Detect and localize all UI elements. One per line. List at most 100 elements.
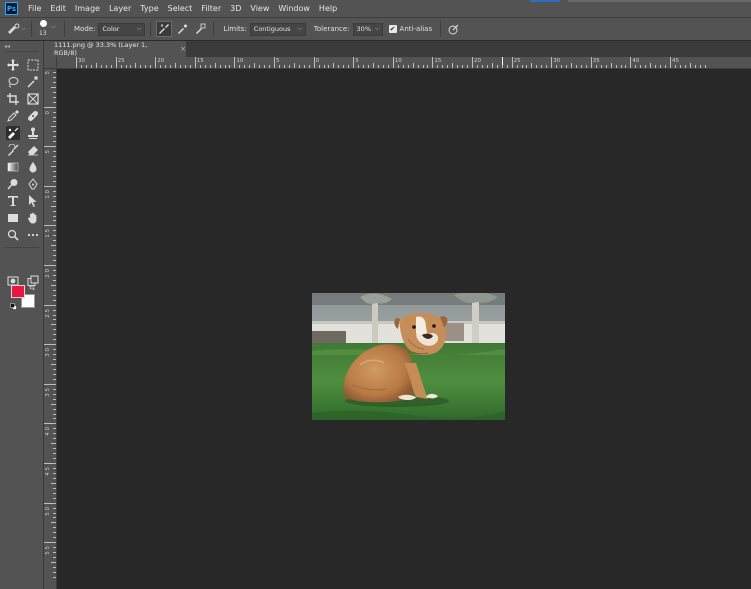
bulldog-photo bbox=[312, 293, 505, 420]
tool-frame[interactable] bbox=[26, 92, 40, 106]
menu-image[interactable]: Image bbox=[75, 4, 100, 13]
frame-icon bbox=[27, 93, 39, 105]
tool-marquee[interactable] bbox=[26, 58, 40, 72]
menu-3d[interactable]: 3D bbox=[230, 4, 241, 13]
tolerance-input[interactable]: 30% ⌵ bbox=[352, 22, 383, 36]
tool-move[interactable] bbox=[6, 58, 20, 72]
path-selection-icon bbox=[29, 195, 37, 207]
foreground-color-swatch[interactable] bbox=[11, 285, 25, 298]
horizontal-ruler[interactable]: 30 25 20 15 10 5 0 5 10 15 20 25 30 35 40 45 bbox=[57, 57, 751, 69]
sampling-background-swatch-icon bbox=[196, 23, 206, 34]
chevron-down-icon: ⌵ bbox=[375, 25, 380, 32]
tool-magic-wand[interactable] bbox=[26, 75, 40, 89]
close-icon[interactable]: × bbox=[180, 45, 186, 53]
tool-gradient[interactable] bbox=[6, 160, 20, 174]
tool-eyedropper[interactable] bbox=[6, 109, 20, 123]
gradient-icon bbox=[7, 162, 19, 172]
color-replacement-brush-icon bbox=[8, 127, 19, 139]
antialias-label: Anti-alias bbox=[399, 25, 433, 33]
ruler-label: 20 bbox=[474, 58, 481, 64]
menu-window[interactable]: Window bbox=[278, 4, 310, 13]
pen-pressure-button[interactable] bbox=[446, 21, 462, 37]
window-title-strip bbox=[530, 0, 751, 2]
tool-hand[interactable] bbox=[26, 211, 40, 225]
default-colors-icon[interactable] bbox=[10, 303, 17, 310]
ruler-label: 5 5 bbox=[45, 546, 51, 555]
ruler-label: 4 0 bbox=[45, 427, 51, 437]
tool-pen[interactable] bbox=[26, 177, 40, 191]
menu-type[interactable]: Type bbox=[140, 4, 158, 13]
tool-more[interactable] bbox=[26, 228, 40, 242]
pen-icon bbox=[28, 178, 38, 190]
type-icon bbox=[8, 196, 18, 206]
tool-crop[interactable] bbox=[6, 92, 20, 106]
photoshop-logo: Ps bbox=[5, 2, 18, 15]
chevron-down-icon: ⌵ bbox=[51, 23, 56, 30]
dodge-icon bbox=[7, 179, 18, 190]
tool-lasso[interactable] bbox=[6, 75, 20, 89]
blur-icon bbox=[29, 162, 37, 173]
screen-mode-button[interactable] bbox=[26, 274, 40, 288]
brush-tip-icon bbox=[40, 20, 47, 27]
ruler-label: 1 0 bbox=[45, 189, 51, 199]
ruler-label: 0 bbox=[45, 110, 51, 115]
menu-edit[interactable]: Edit bbox=[50, 4, 66, 13]
tool-path-selection[interactable] bbox=[26, 194, 40, 208]
tolerance-value: 30% bbox=[356, 25, 371, 33]
menu-filter[interactable]: Filter bbox=[201, 4, 221, 13]
ruler-label: 20 bbox=[157, 58, 165, 64]
brush-size-label: 13 bbox=[39, 30, 47, 37]
ruler-label: 30 bbox=[553, 58, 561, 64]
eyedropper-icon bbox=[7, 110, 19, 122]
tool-color-replacement-brush[interactable] bbox=[6, 126, 20, 140]
sampling-background-button[interactable] bbox=[192, 21, 208, 37]
color-replacement-brush-icon bbox=[8, 23, 20, 34]
tool-history-brush[interactable] bbox=[6, 143, 20, 157]
healing-brush-icon bbox=[28, 111, 38, 121]
sampling-once-button[interactable] bbox=[174, 21, 190, 37]
ruler-label: 4 5 bbox=[45, 467, 51, 476]
ruler-label: 35 bbox=[592, 58, 600, 64]
document-canvas-image[interactable] bbox=[312, 293, 505, 420]
ruler-origin[interactable] bbox=[44, 57, 57, 69]
sampling-continuous-icon bbox=[159, 24, 170, 34]
ruler-label: 2 0 bbox=[45, 269, 51, 278]
options-bar: ⌵ 13 ⌵ Mode: Color ⌵ Limits: Contiguous … bbox=[0, 17, 751, 41]
vertical-ruler[interactable]: 5 0 5 1 0 1 5 2 0 2 5 3 0 3 5 4 0 4 5 5 0 5 5 bbox=[44, 69, 57, 589]
move-icon bbox=[7, 59, 19, 71]
sampling-continuous-button[interactable] bbox=[156, 21, 173, 37]
tool-rectangle[interactable] bbox=[6, 211, 20, 225]
antialias-checkbox[interactable]: ✔ bbox=[388, 25, 397, 33]
ruler-label: 5 bbox=[45, 150, 51, 154]
menu-layer[interactable]: Layer bbox=[109, 4, 131, 13]
limits-select[interactable]: Contiguous ⌵ bbox=[249, 22, 306, 36]
menu-help[interactable]: Help bbox=[319, 4, 337, 13]
tool-eraser[interactable] bbox=[26, 143, 40, 157]
hand-icon bbox=[27, 212, 37, 224]
menu-view[interactable]: View bbox=[250, 4, 269, 13]
tool-blur[interactable] bbox=[26, 160, 40, 174]
cursor-position-marker bbox=[502, 57, 503, 65]
document-tab[interactable]: 1111.png @ 33.3% (Layer 1, RGB/8) × bbox=[44, 41, 186, 57]
zoom-icon bbox=[7, 229, 19, 241]
tool-preset-picker[interactable]: ⌵ bbox=[6, 21, 26, 37]
screen-mode-icon bbox=[27, 275, 39, 286]
tool-dodge[interactable] bbox=[6, 177, 20, 191]
mode-label: Mode: bbox=[74, 25, 96, 33]
more-tools-icon bbox=[27, 233, 39, 237]
mode-select[interactable]: Color ⌵ bbox=[98, 22, 146, 36]
menu-file[interactable]: File bbox=[28, 4, 41, 13]
tool-healing-brush[interactable] bbox=[26, 109, 40, 123]
canvas-workspace[interactable] bbox=[57, 69, 751, 589]
tool-zoom[interactable] bbox=[6, 228, 20, 242]
ruler-label: 15 bbox=[196, 58, 204, 64]
tool-clone-stamp[interactable] bbox=[26, 126, 40, 140]
tool-type[interactable] bbox=[6, 194, 20, 208]
collapse-panel-icon[interactable]: ◂◂ bbox=[4, 43, 10, 50]
ruler-label: 5 bbox=[45, 71, 51, 75]
ruler-label: 5 bbox=[276, 58, 280, 64]
menu-select[interactable]: Select bbox=[168, 4, 193, 13]
ruler-label: 3 5 bbox=[45, 387, 51, 397]
brush-preset-picker[interactable]: 13 ⌵ bbox=[37, 19, 59, 39]
ruler-label: 5 bbox=[355, 58, 359, 64]
